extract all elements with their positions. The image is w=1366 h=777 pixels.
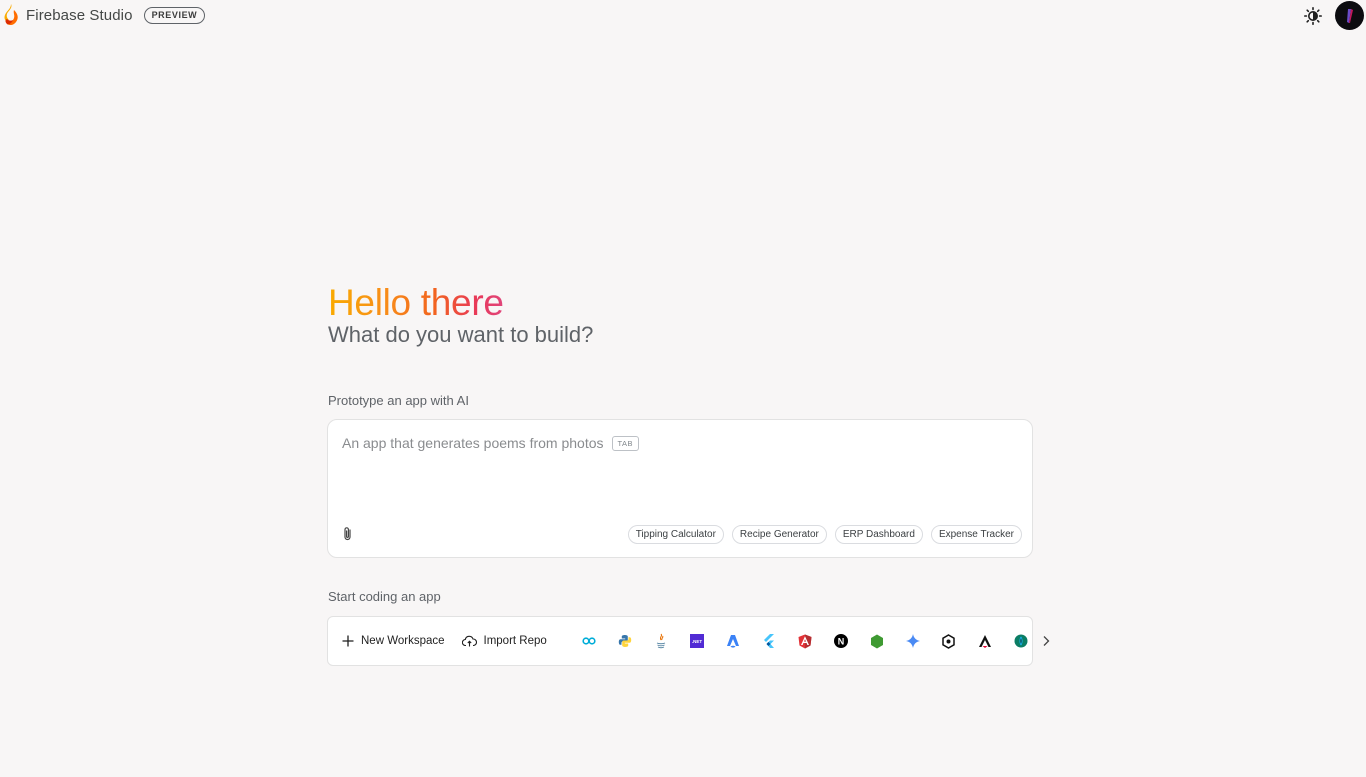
java-icon [656, 633, 665, 649]
suggestion-chips: Tipping Calculator Recipe Generator ERP … [627, 525, 1022, 544]
nextjs-icon: N [833, 634, 848, 648]
template-python[interactable] [607, 623, 643, 659]
start-coding-bar: New Workspace Import Repo .NET N [327, 616, 1050, 666]
prompt-input[interactable]: An app that generates poems from photos … [342, 435, 640, 451]
gemini-icon [905, 634, 920, 648]
new-workspace-label: New Workspace [361, 635, 445, 647]
avatar[interactable] [1335, 1, 1364, 30]
coding-section-label: Start coding an app [328, 589, 441, 604]
import-repo-button[interactable]: Import Repo [461, 635, 547, 647]
templates-next-button[interactable] [1042, 631, 1050, 651]
subtitle: What do you want to build? [328, 322, 594, 347]
cloud-upload-icon [461, 635, 477, 647]
template-nodejs[interactable] [859, 623, 895, 659]
template-analog[interactable] [967, 623, 1003, 659]
svg-text:.NET: .NET [692, 639, 703, 644]
plus-icon [342, 635, 354, 647]
template-qwik[interactable] [1003, 623, 1039, 659]
import-repo-label: Import Repo [483, 635, 547, 647]
greeting-heading: Hello there [328, 282, 504, 323]
nodejs-icon [870, 634, 883, 648]
analog-icon [978, 635, 991, 648]
template-flutter[interactable] [751, 623, 787, 659]
template-genkit[interactable] [931, 623, 967, 659]
template-angular[interactable] [787, 623, 823, 659]
preview-badge: PREVIEW [143, 6, 206, 24]
genkit-icon [942, 633, 956, 649]
prompt-input-card[interactable]: An app that generates poems from photos … [327, 419, 1033, 558]
suggestion-chip[interactable]: Recipe Generator [731, 525, 827, 544]
qwik-icon [1014, 634, 1028, 648]
brightness-icon [1304, 7, 1322, 25]
astro-icon [726, 635, 739, 648]
suggestion-chip[interactable]: ERP Dashboard [834, 525, 923, 544]
chevron-right-icon [1043, 636, 1050, 646]
prompt-placeholder: An app that generates poems from photos [342, 435, 604, 451]
brand-name: Firebase Studio [26, 6, 133, 24]
svg-text:N: N [838, 636, 845, 646]
top-bar: Firebase Studio PREVIEW [0, 0, 1366, 30]
template-astro[interactable] [715, 623, 751, 659]
suggestion-chip[interactable]: Tipping Calculator [627, 525, 724, 544]
firebase-logo-icon [4, 4, 18, 26]
go-icon [582, 637, 596, 645]
angular-icon [798, 634, 812, 648]
template-dotnet[interactable]: .NET [679, 623, 715, 659]
template-go[interactable] [571, 623, 607, 659]
paperclip-icon [344, 527, 351, 541]
template-nextjs[interactable]: N [823, 623, 859, 659]
new-workspace-button[interactable]: New Workspace [342, 635, 445, 647]
theme-toggle-button[interactable] [1302, 5, 1324, 27]
avatar-image [1347, 9, 1353, 23]
brand[interactable]: Firebase Studio PREVIEW [4, 4, 206, 26]
template-java[interactable] [643, 623, 679, 659]
prototype-section-label: Prototype an app with AI [328, 393, 469, 408]
python-icon [618, 635, 631, 647]
dotnet-icon: .NET [689, 634, 704, 648]
suggestion-chip[interactable]: Expense Tracker [930, 525, 1022, 544]
hero: Hello there What do you want to build? [328, 281, 1033, 349]
template-list: .NET N [571, 623, 1039, 659]
tab-hint-badge: TAB [611, 435, 640, 451]
attach-button[interactable] [341, 526, 355, 542]
template-gemini[interactable] [895, 623, 931, 659]
flutter-icon [763, 634, 774, 648]
